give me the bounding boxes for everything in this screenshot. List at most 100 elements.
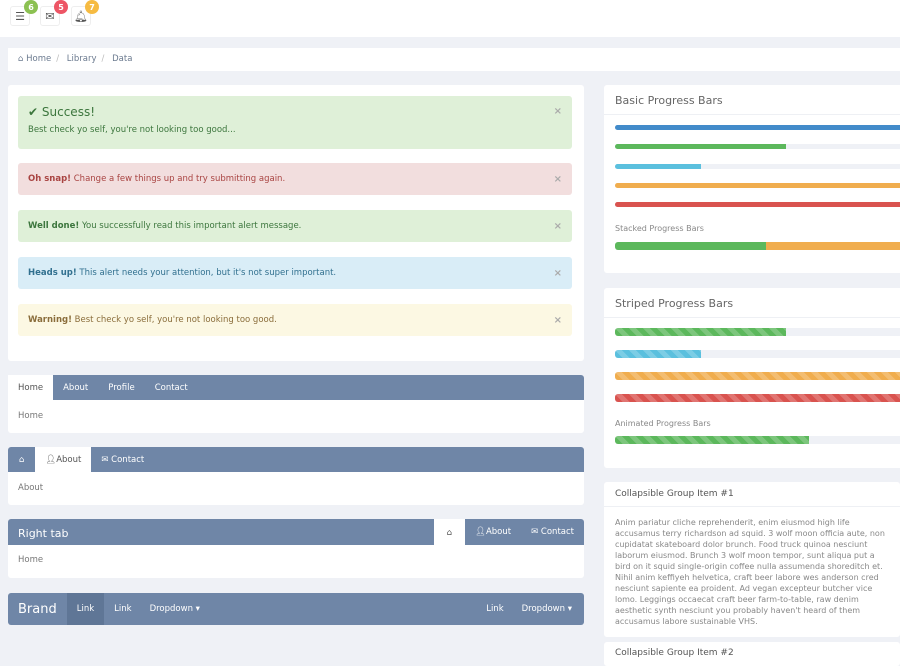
tasks-icon: ☰ <box>15 9 25 23</box>
nav-dropdown[interactable]: Dropdown ▾ <box>142 604 208 614</box>
tasks-button[interactable]: ☰ 6 <box>10 0 38 26</box>
tab-about[interactable]: About <box>53 375 98 400</box>
progress-bar <box>615 202 900 207</box>
progress-fill <box>615 164 701 169</box>
dropdown-label: Dropdown <box>149 604 193 614</box>
tab-home[interactable]: Home <box>8 375 54 400</box>
messages-button[interactable]: ✉ 5 <box>40 0 68 26</box>
animated-title: Animated Progress Bars <box>615 419 711 428</box>
progress-fill <box>615 436 809 444</box>
home-icon: ⌂ <box>19 454 25 465</box>
tab-about[interactable]: 👤︎ About <box>465 519 521 544</box>
notifications-badge: 7 <box>85 0 99 14</box>
home-icon: ⌂ <box>18 54 24 64</box>
breadcrumb-library[interactable]: Library <box>67 54 97 64</box>
tab-profile[interactable]: Profile <box>98 375 144 400</box>
envelope-icon: ✉ <box>101 454 109 465</box>
alert-info: Heads up! This alert needs your attentio… <box>18 257 572 289</box>
user-icon: 👤︎ <box>45 454 57 465</box>
accordion-body: Anim pariatur cliche reprehenderit, enim… <box>615 518 885 626</box>
close-icon[interactable]: × <box>554 315 562 326</box>
navbar: Brand Link Link Dropdown ▾ Link Dropdown… <box>8 593 584 625</box>
top-bar: ☰ 6 ✉ 5 🔔︎ 7 <box>0 0 900 37</box>
alert-warning: Warning! Best check yo self, you're not … <box>18 304 572 336</box>
progress-fill <box>615 328 786 336</box>
basic-progress-panel: Basic Progress Bars Stacked Progress Bar… <box>604 85 900 273</box>
progress-fill <box>615 372 900 380</box>
progress-fill <box>615 350 701 358</box>
envelope-icon: ✉ <box>45 9 55 23</box>
progress-fill <box>615 183 900 188</box>
alert-text: Best check yo self, you're not looking t… <box>71 315 277 325</box>
progress-fill <box>615 242 767 250</box>
accordion-item-1: Collapsible Group Item #1 Anim pariatur … <box>604 482 900 637</box>
nav-link-active[interactable]: Link <box>66 593 105 625</box>
nav-link-right[interactable]: Link <box>476 604 513 614</box>
tabs-panel-1: Home About Profile Contact Home <box>8 375 584 433</box>
progress-bar <box>615 328 900 336</box>
tabs-panel-3: Right tab ⌂ 👤︎ About ✉ Contact Home <box>8 519 584 578</box>
progress-bar <box>615 144 900 149</box>
close-icon[interactable]: × <box>554 106 562 117</box>
notifications-button[interactable]: 🔔︎ 7 <box>71 0 99 26</box>
panel-title: Striped Progress Bars <box>604 288 900 318</box>
tab-home-icon[interactable]: ⌂ <box>8 447 35 472</box>
progress-fill <box>615 144 786 149</box>
alert-strong: Oh snap! <box>28 174 72 184</box>
messages-badge: 5 <box>54 0 68 14</box>
tab-contact[interactable]: ✉ Contact <box>91 447 154 472</box>
user-icon: 👤︎ <box>475 526 486 537</box>
tab-label: Contact <box>540 526 574 537</box>
alert-success-2: Well done! You successfully read this im… <box>18 210 572 242</box>
alert-danger: Oh snap! Change a few things up and try … <box>18 163 572 195</box>
progress-bar <box>615 125 900 130</box>
dropdown-label: Dropdown <box>521 604 566 614</box>
tab-content: Home <box>18 411 44 421</box>
tab-contact[interactable]: ✉ Contact <box>521 519 584 544</box>
close-icon[interactable]: × <box>554 221 562 232</box>
progress-fill <box>615 202 900 207</box>
accordion: Collapsible Group Item #1 Anim pariatur … <box>604 482 900 666</box>
nav-link[interactable]: Link <box>104 604 141 614</box>
caret-down-icon: ▾ <box>567 604 572 614</box>
tab-about[interactable]: 👤︎ About <box>35 447 92 472</box>
navbar-brand[interactable]: Brand <box>8 602 67 617</box>
progress-bar <box>615 372 900 380</box>
alert-success: ✔ Success! Best check yo self, you're no… <box>18 96 572 149</box>
check-circle-icon: ✔ <box>28 105 39 119</box>
tabs-panel-2: ⌂ 👤︎ About ✉ Contact About <box>8 447 584 505</box>
tab-content: Home <box>18 555 44 565</box>
alert-text: You successfully read this important ale… <box>79 221 302 231</box>
progress-bar <box>615 350 900 358</box>
progress-fill <box>615 394 900 402</box>
tab-contact[interactable]: Contact <box>145 375 198 400</box>
tab-label: About <box>485 526 512 537</box>
alert-text: Change a few things up and try submittin… <box>71 174 286 184</box>
striped-progress-panel: Striped Progress Bars Animated Progress … <box>604 288 900 468</box>
alert-text: This alert needs your attention, but it'… <box>76 268 337 278</box>
accordion-header[interactable]: Collapsible Group Item #1 <box>604 482 900 507</box>
home-icon: ⌂ <box>446 527 453 538</box>
tab-label: About <box>56 454 82 465</box>
tab-label: Contact <box>111 454 145 465</box>
breadcrumb-home[interactable]: Home <box>26 54 51 64</box>
stacked-progress-bar <box>615 242 900 250</box>
breadcrumb-current: Data <box>112 54 133 64</box>
tasks-badge: 6 <box>24 0 38 14</box>
tab-home-icon[interactable]: ⌂ <box>433 519 466 546</box>
alerts-panel: ✔ Success! Best check yo self, you're no… <box>8 85 584 361</box>
close-icon[interactable]: × <box>554 174 562 185</box>
progress-bar <box>615 183 900 188</box>
alert-strong: Heads up! <box>28 268 77 278</box>
breadcrumb: ⌂ Home / Library / Data <box>8 48 900 71</box>
panel-title: Right tab <box>18 527 69 540</box>
alert-title: Success! <box>41 105 96 119</box>
accordion-item-2[interactable]: Collapsible Group Item #2 <box>604 642 900 666</box>
progress-bar <box>615 394 900 402</box>
alert-strong: Warning! <box>28 315 72 325</box>
panel-title: Basic Progress Bars <box>604 85 900 115</box>
close-icon[interactable]: × <box>554 268 562 279</box>
alert-text: Best check yo self, you're not looking t… <box>28 125 236 135</box>
tab-content: About <box>18 483 44 493</box>
nav-dropdown-right[interactable]: Dropdown ▾ <box>514 604 584 614</box>
